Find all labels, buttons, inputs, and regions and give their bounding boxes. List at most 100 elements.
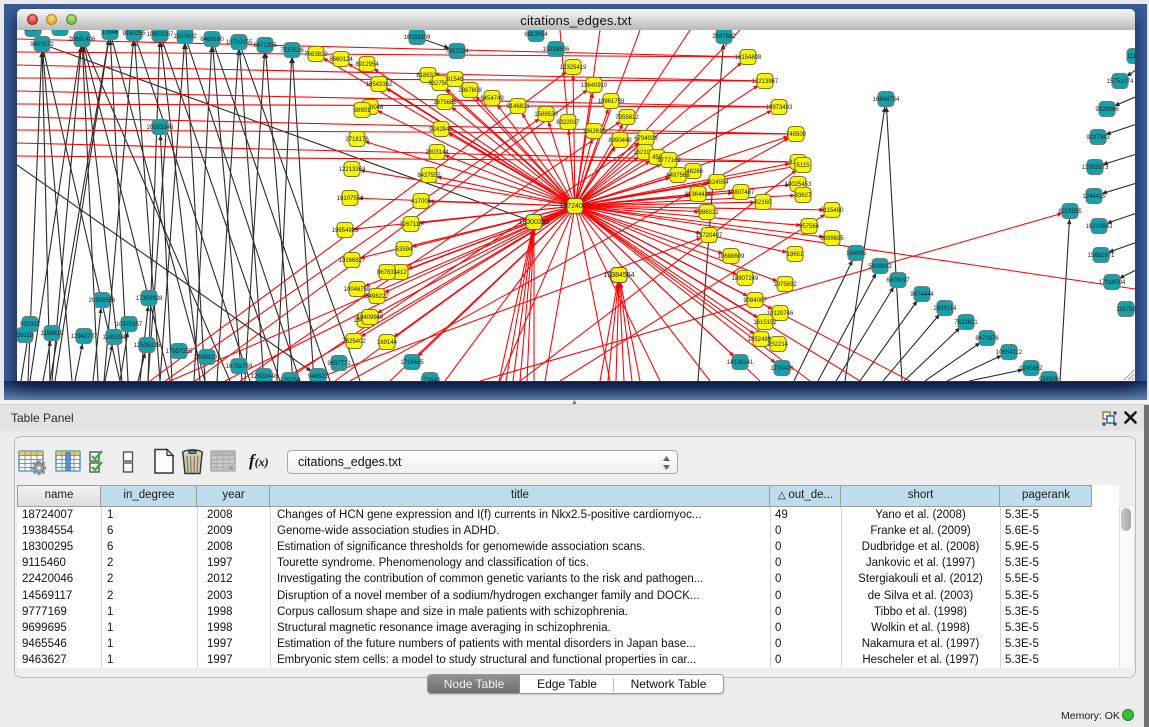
svg-text:6879197: 6879197	[886, 278, 910, 284]
svg-text:2867608: 2867608	[458, 88, 482, 94]
svg-text:12942737: 12942737	[71, 334, 98, 340]
svg-text:1975692: 1975692	[773, 282, 797, 288]
svg-text:17016504: 17016504	[1099, 280, 1126, 286]
svg-text:9115460: 9115460	[821, 208, 845, 214]
svg-text:7515526: 7515526	[280, 48, 304, 54]
svg-text:8471676: 8471676	[975, 336, 999, 342]
svg-text:9474444: 9474444	[910, 292, 934, 298]
svg-text:171648: 171648	[420, 378, 441, 381]
svg-text:16782759: 16782759	[226, 364, 253, 370]
svg-text:957564: 957564	[799, 224, 820, 230]
svg-text:12213363: 12213363	[339, 167, 366, 173]
svg-text:21364436: 21364436	[685, 192, 712, 198]
svg-text:2935114: 2935114	[934, 306, 958, 312]
svg-text:5938923: 5938923	[868, 264, 892, 270]
svg-text:10973493: 10973493	[766, 105, 793, 111]
svg-text:10654112: 10654112	[996, 350, 1023, 356]
svg-text:6466160: 6466160	[200, 37, 224, 43]
svg-text:98901: 98901	[354, 108, 371, 114]
svg-text:169144: 169144	[377, 340, 398, 346]
svg-text:13640910: 13640910	[581, 83, 608, 89]
svg-text:13846: 13846	[102, 30, 119, 36]
svg-text:93811: 93811	[52, 30, 69, 32]
svg-text:7632621: 7632621	[954, 320, 978, 326]
svg-text:5115: 5115	[797, 163, 811, 169]
svg-text:19218506: 19218506	[543, 47, 570, 53]
svg-text:12213967: 12213967	[752, 79, 779, 85]
svg-text:9160255: 9160255	[122, 31, 146, 37]
svg-text:252214: 252214	[768, 342, 789, 348]
svg-text:1145194: 1145194	[103, 335, 127, 341]
svg-text:10046758: 10046758	[344, 287, 371, 293]
svg-text:1244415: 1244415	[1082, 194, 1106, 200]
svg-text:1362615: 1362615	[582, 129, 606, 135]
svg-text:3267110: 3267110	[400, 222, 424, 228]
svg-text:8215955: 8215955	[1058, 209, 1082, 215]
svg-text:9146821: 9146821	[506, 104, 530, 110]
svg-text:8912954: 8912954	[355, 62, 379, 68]
svg-text:15720407: 15720407	[696, 233, 723, 239]
svg-text:9657771: 9657771	[327, 361, 351, 367]
svg-text:2687682: 2687682	[712, 34, 736, 40]
svg-text:12505135: 12505135	[134, 343, 161, 349]
svg-text:14136141: 14136141	[727, 360, 754, 366]
svg-text:10961758: 10961758	[598, 99, 625, 105]
svg-text:1156819: 1156819	[41, 331, 65, 337]
svg-text:16107554: 16107554	[337, 196, 364, 202]
svg-text:16033809: 16033809	[404, 35, 431, 41]
svg-text:15692971: 15692971	[1088, 253, 1115, 259]
svg-text:16210643: 16210643	[1086, 224, 1113, 230]
svg-text:53594: 53594	[396, 247, 413, 253]
svg-text:8454749: 8454749	[480, 96, 504, 102]
svg-text:7663822: 7663822	[304, 52, 328, 58]
svg-text:6794028: 6794028	[634, 136, 658, 142]
svg-text:6497568: 6497568	[666, 173, 690, 179]
svg-text:20904: 20904	[25, 30, 42, 33]
svg-text:12325419: 12325419	[560, 65, 587, 71]
svg-text:5498222: 5498222	[365, 294, 389, 300]
svg-text:1588520: 1588520	[534, 112, 558, 118]
svg-text:867831: 867831	[377, 270, 398, 276]
svg-text:7357224: 7357224	[445, 49, 469, 55]
svg-text:15751074: 15751074	[1107, 79, 1134, 85]
svg-text:9777169: 9777169	[657, 158, 681, 164]
svg-text:164095: 164095	[846, 251, 867, 257]
svg-text:10653267: 10653267	[147, 32, 174, 38]
svg-text:116753: 116753	[1116, 307, 1135, 313]
svg-text:2718176: 2718176	[345, 137, 369, 143]
svg-text:7625402: 7625402	[342, 339, 366, 345]
svg-text:8427552: 8427552	[417, 173, 441, 179]
svg-text:9699695: 9699695	[820, 236, 844, 242]
svg-text:6322037: 6322037	[556, 120, 580, 126]
svg-text:1716485: 1716485	[400, 360, 424, 366]
svg-text:3875685: 3875685	[433, 100, 457, 106]
svg-text:20053346: 20053346	[147, 125, 174, 131]
svg-text:8990448: 8990448	[608, 138, 632, 144]
svg-text:9245652: 9245652	[1019, 366, 1043, 372]
svg-text:9227343: 9227343	[1086, 135, 1110, 141]
svg-text:946521: 946521	[308, 374, 329, 380]
svg-text:6671355: 6671355	[253, 43, 277, 49]
svg-text:19384554: 19384554	[603, 272, 634, 279]
svg-text:18807249: 18807249	[732, 276, 759, 282]
svg-text:9405572: 9405572	[30, 42, 54, 48]
svg-text:9084067: 9084067	[743, 298, 767, 304]
svg-text:18724007: 18724007	[559, 203, 590, 210]
svg-text:3624554: 3624554	[705, 180, 729, 186]
svg-text:19166827: 19166827	[339, 258, 366, 264]
svg-text:17957255: 17957255	[166, 349, 193, 355]
svg-text:19651: 19651	[787, 252, 804, 258]
svg-text:8660124: 8660124	[329, 57, 353, 63]
svg-text:18300295: 18300295	[518, 219, 549, 226]
svg-text:19654985: 19654985	[332, 228, 359, 234]
svg-text:10975857: 10975857	[116, 322, 143, 328]
svg-text:11123: 11123	[1127, 54, 1135, 60]
svg-text:9329966: 9329966	[1095, 107, 1119, 113]
svg-text:16543362: 16543362	[366, 82, 393, 88]
svg-text:10719155: 10719155	[226, 40, 253, 46]
svg-text:9242848: 9242848	[429, 127, 453, 133]
svg-text:8813054: 8813054	[524, 32, 548, 38]
svg-text:20691406: 20691406	[69, 37, 96, 43]
svg-text:33627: 33627	[795, 193, 812, 199]
svg-text:10958107: 10958107	[194, 355, 221, 361]
